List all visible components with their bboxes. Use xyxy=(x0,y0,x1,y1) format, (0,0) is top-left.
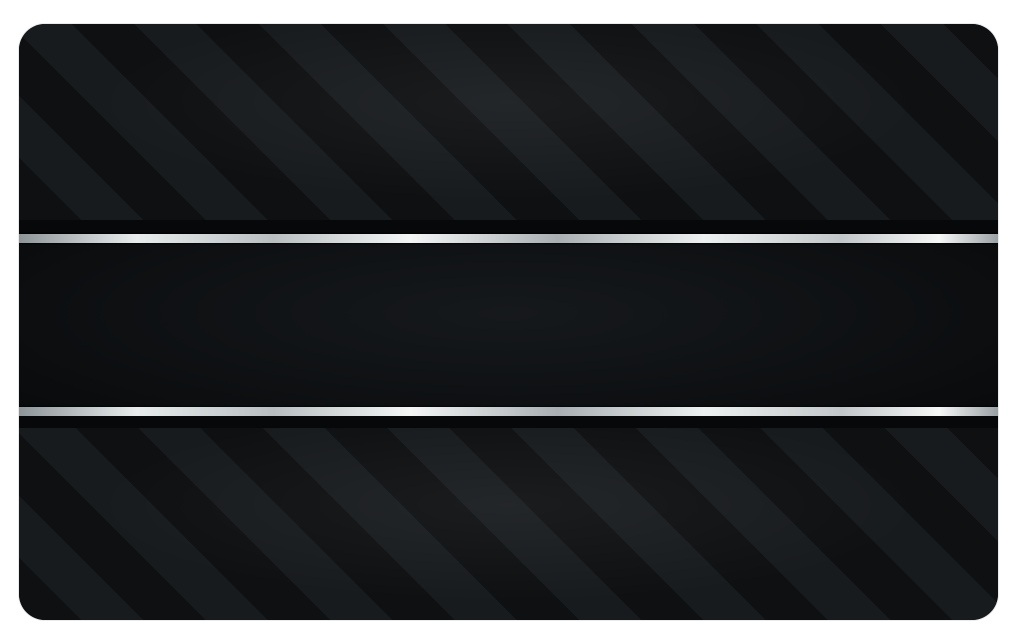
band-shadow-top xyxy=(19,220,998,234)
blank-card xyxy=(19,24,998,620)
diagonal-stripes-top xyxy=(19,24,998,220)
band-shadow-bottom xyxy=(19,416,998,428)
silver-line-bottom xyxy=(19,407,998,416)
center-band xyxy=(19,220,998,428)
silver-line-top xyxy=(19,234,998,243)
diagonal-stripes-bottom xyxy=(19,428,998,620)
